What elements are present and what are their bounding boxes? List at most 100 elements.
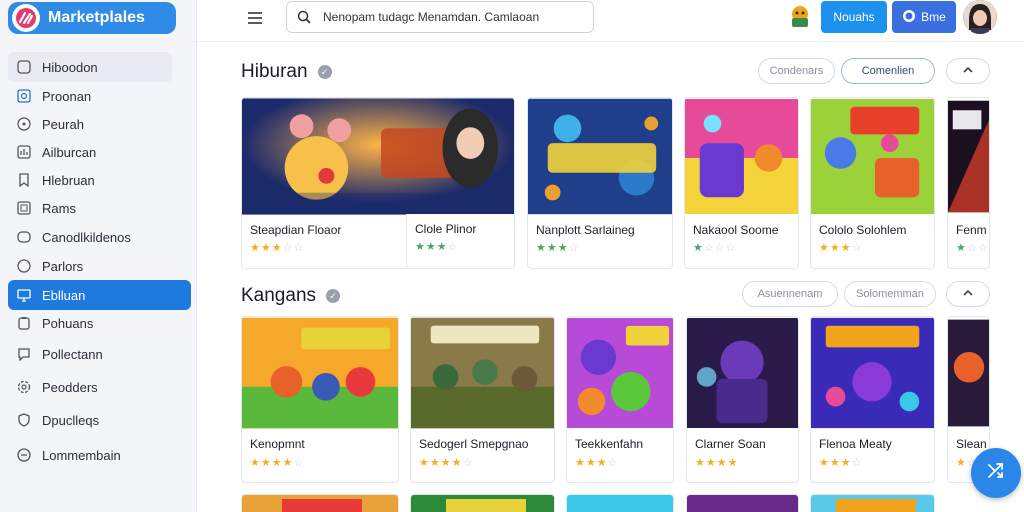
game-card-10[interactable]: Clarner Soan ★★★★	[686, 316, 799, 483]
game-card-7[interactable]: Kenopmnt ★★★★☆	[241, 316, 399, 483]
filter-button-1[interactable]: Condenars	[758, 58, 835, 84]
sidebar-item-label: Pollectann	[42, 346, 103, 362]
game-title: Clarner Soan	[695, 437, 766, 451]
account-icon	[902, 9, 916, 26]
collapse-button[interactable]	[946, 58, 990, 84]
game-thumbnail	[242, 317, 398, 429]
sidebar-item-label: Proonan	[42, 88, 92, 104]
collapse-button-2[interactable]	[946, 281, 990, 307]
filter-button-4[interactable]: Solomemman	[844, 281, 936, 307]
app-title: Marketplales	[48, 9, 145, 26]
sidebar-item-label: Canodlkildenos	[42, 229, 131, 245]
game-thumbnail	[687, 495, 798, 512]
sidebar-item-label: Eblluan	[42, 287, 86, 303]
sidebar-item-4[interactable]: Ailburcan	[8, 137, 191, 167]
search-icon	[297, 10, 311, 24]
sidebar-item-9[interactable]: Eblluan	[8, 280, 191, 310]
game-thumbnail	[411, 495, 554, 512]
filter-button-2[interactable]: Comenlien	[841, 58, 935, 84]
sidebar-item-label: Hlebruan	[42, 172, 95, 188]
rating-stars: ★★★★☆	[419, 457, 474, 469]
filter-label: Condenars	[769, 65, 824, 77]
game-title: Fenm	[956, 223, 987, 237]
sidebar-item-label: Peurah	[42, 116, 84, 132]
notifications-button[interactable]: Nouahs	[821, 1, 887, 33]
game-thumbnail	[948, 319, 989, 427]
verified-icon: ✓	[317, 65, 332, 79]
sidebar-item-2[interactable]: Proonan	[8, 81, 191, 111]
chevron-up-icon	[963, 288, 973, 300]
chat-icon	[16, 346, 32, 362]
sidebar-item-label: Pohuans	[42, 315, 94, 331]
rewards-icon[interactable]	[786, 2, 814, 30]
sidebar-item-13[interactable]: Dpuclleqs	[8, 405, 191, 435]
shuffle-fab-button[interactable]	[971, 448, 1021, 498]
game-card-14[interactable]	[410, 494, 555, 512]
sidebar-item-label: Dpuclleqs	[42, 412, 100, 428]
search-value: Nenopam tudagc Menamdan. Camlaoan	[323, 10, 540, 24]
sidebar-item-label: Hiboodon	[42, 59, 98, 75]
sidebar: Marketplales Hiboodon Proonan Peurah Ail…	[0, 0, 197, 512]
game-title: Slean	[956, 437, 987, 451]
sidebar-item-1[interactable]: Hiboodon	[8, 52, 172, 82]
game-card-2[interactable]: Clole Plinor ★★★☆	[406, 214, 515, 269]
filter-label: Asuennenam	[757, 288, 823, 300]
sidebar-item-7[interactable]: Canodlkildenos	[8, 222, 191, 252]
account-button[interactable]: Bme	[892, 1, 956, 33]
game-card-11[interactable]: Flenoa Meaty ★★★☆	[810, 316, 935, 483]
logo-mark-icon	[12, 4, 40, 32]
sidebar-item-6[interactable]: Rams	[8, 193, 191, 223]
game-card-8[interactable]: Sedogerl Smepgnao ★★★★☆	[410, 316, 555, 483]
game-thumbnail	[411, 317, 554, 429]
notifications-label: Nouahs	[833, 10, 875, 24]
game-card-3[interactable]: Nanplott Sarlaineg ★★★☆	[527, 97, 673, 269]
circle-icon	[16, 116, 32, 132]
game-card-4[interactable]: Nakaool Soome ★☆☆☆	[684, 97, 799, 269]
game-title: Kenopmnt	[250, 437, 305, 451]
verified-icon: ✓	[326, 289, 341, 303]
app-logo[interactable]: Marketplales	[8, 2, 176, 34]
game-title: Sedogerl Smepgnao	[419, 437, 529, 451]
section-title-1: Hiburan ✓	[241, 61, 332, 83]
game-thumbnail	[242, 495, 398, 512]
game-card-16[interactable]	[686, 494, 799, 512]
filter-button-3[interactable]: Asuennenam	[742, 281, 838, 307]
sidebar-item-12[interactable]: Peodders	[8, 372, 191, 402]
game-thumbnail	[948, 100, 989, 213]
game-thumbnail	[567, 318, 673, 428]
sidebar-item-5[interactable]: Hlebruan	[8, 165, 191, 195]
section-title-text: Kangans	[241, 285, 317, 306]
clipboard-icon	[16, 315, 32, 331]
sidebar-item-11[interactable]: Pollectann	[8, 339, 191, 369]
rating-stars: ★★★☆	[575, 457, 619, 469]
game-card-17[interactable]	[810, 494, 935, 512]
menu-icon[interactable]	[245, 8, 265, 28]
sidebar-item-8[interactable]: Parlors	[8, 251, 191, 281]
cube-icon	[16, 229, 32, 245]
shuffle-icon	[985, 460, 1007, 487]
game-card-9[interactable]: Teekkenfahn ★★★☆	[566, 316, 674, 483]
game-title: Nanplott Sarlaineg	[536, 223, 635, 237]
rating-stars: ★★★☆	[819, 457, 863, 469]
game-thumbnail	[685, 99, 798, 214]
avatar[interactable]	[963, 0, 997, 34]
minus-circle-icon	[16, 447, 32, 463]
game-thumbnail	[811, 98, 934, 215]
game-card-15[interactable]	[566, 494, 674, 512]
monitor-icon	[16, 287, 32, 303]
sidebar-item-label: Lommembain	[42, 447, 121, 463]
sidebar-item-3[interactable]: Peurah	[8, 109, 191, 139]
rating-stars: ★★★☆	[536, 242, 580, 254]
game-card-5[interactable]: Cololo Solohlem ★★★☆	[810, 97, 935, 269]
sidebar-item-10[interactable]: Pohuans	[8, 308, 191, 338]
filter-label: Comenlien	[861, 65, 915, 77]
rating-stars: ★★★☆☆	[250, 242, 305, 254]
search-input[interactable]: Nenopam tudagc Menamdan. Camlaoan	[286, 1, 594, 33]
game-card-13[interactable]	[241, 494, 399, 512]
sidebar-item-14[interactable]: Lommembain	[8, 440, 191, 470]
game-card-6[interactable]: Fenm ★☆☆	[947, 97, 990, 269]
sidebar-item-label: Parlors	[42, 258, 84, 274]
bookmark-icon	[16, 172, 32, 188]
game-thumbnail	[811, 317, 934, 429]
rating-stars: ★★★☆	[819, 242, 863, 254]
